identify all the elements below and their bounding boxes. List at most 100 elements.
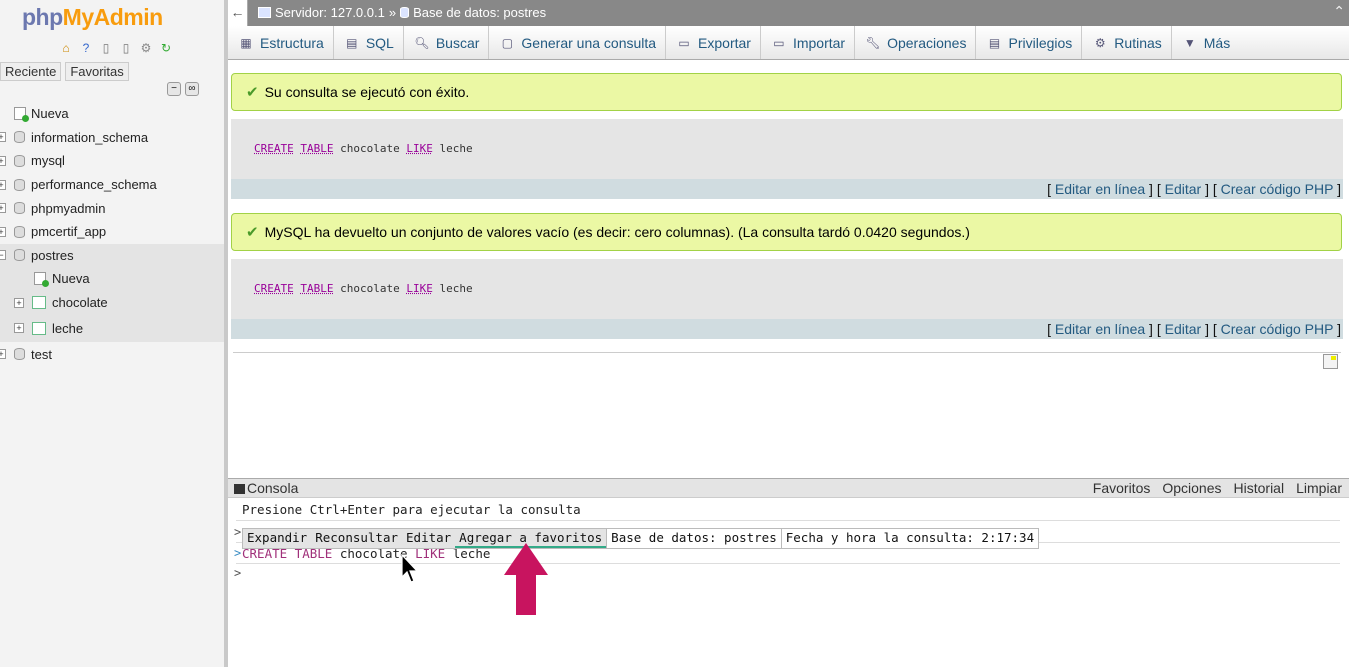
tree-item-new[interactable]: Nueva (0, 102, 224, 126)
back-arrow-icon[interactable]: ← (228, 0, 248, 26)
expand-icon[interactable]: + (0, 203, 6, 214)
phpmyadmin-logo[interactable]: phpMyAdmin (22, 4, 163, 31)
collapse-top-icon[interactable]: ⌃ (1333, 3, 1345, 20)
success-message: ✔ MySQL ha devuelto un conjunto de valor… (231, 213, 1342, 251)
notepad-icon[interactable] (1323, 354, 1338, 369)
reload-icon[interactable]: ↻ (158, 40, 174, 56)
edit-link[interactable]: Editar (1165, 321, 1202, 337)
tree-item-db[interactable]: + performance_schema (0, 173, 224, 197)
success-text: MySQL ha devuelto un conjunto de valores… (264, 224, 970, 240)
console-history-link[interactable]: Historial (1234, 480, 1285, 496)
collapse-icon[interactable]: − (0, 250, 6, 261)
docs2-icon[interactable]: ▯ (118, 40, 134, 56)
tree-item-table[interactable]: + leche (0, 314, 224, 342)
tab-sql[interactable]: ▤ SQL (334, 26, 404, 59)
sql-keyword[interactable]: CREATE (254, 142, 294, 155)
home-icon[interactable]: ⌂ (58, 40, 74, 56)
tab-label: Rutinas (1114, 34, 1162, 51)
recent-tab[interactable]: Reciente (0, 62, 62, 81)
expand-icon[interactable]: + (0, 132, 6, 143)
structure-icon: ▦ (240, 35, 252, 50)
tree-item-label: test (31, 346, 52, 362)
tab-import[interactable]: ▭ Importar (761, 26, 856, 59)
console-prompt: > (234, 525, 242, 539)
console-input-prompt[interactable]: > (234, 566, 241, 580)
tree-item-db[interactable]: + mysql (0, 149, 224, 173)
requery-button[interactable]: Reconsultar (311, 529, 403, 548)
link-icon[interactable]: ∞ (185, 82, 199, 96)
tree-item-db[interactable]: + pmcertif_app (0, 220, 224, 244)
database-tree: Nueva + information_schema + mysql + per… (0, 102, 224, 366)
tab-routines[interactable]: ⚙ Rutinas (1082, 26, 1172, 59)
console-title[interactable]: Consola (247, 480, 298, 496)
tree-item-label: leche (52, 320, 84, 336)
edit-inline-link[interactable]: Editar en línea (1055, 321, 1145, 337)
expand-icon[interactable]: + (14, 323, 24, 334)
docs-icon[interactable]: ▯ (98, 40, 114, 56)
table-icon (32, 321, 46, 335)
privileges-icon: ▤ (988, 35, 1001, 50)
routines-icon: ⚙ (1094, 35, 1106, 50)
favorites-tab[interactable]: Favoritas (65, 62, 129, 81)
tree-item-db-active[interactable]: − postres (0, 243, 224, 268)
tree-item-new-table[interactable]: Nueva (0, 267, 224, 291)
collapse-all-icon[interactable]: − (167, 82, 181, 96)
console-favorites-link[interactable]: Favoritos (1093, 480, 1151, 496)
sql-code: CREATE TABLE chocolate LIKE leche (254, 282, 473, 295)
expand-button[interactable]: Expandir (243, 529, 312, 548)
edit-button[interactable]: Editar (402, 529, 456, 548)
create-php-link[interactable]: Crear código PHP (1221, 181, 1334, 197)
tree-item-label: chocolate (52, 295, 108, 311)
console-clear-link[interactable]: Limpiar (1296, 480, 1342, 496)
tab-more[interactable]: ▼ Más (1172, 26, 1239, 59)
tree-item-db[interactable]: + information_schema (0, 126, 224, 150)
divider (233, 352, 1341, 353)
tab-operations[interactable]: 🔧︎ Operaciones (855, 26, 977, 59)
tab-query[interactable]: ▢ Generar una consulta (489, 26, 667, 59)
create-php-link[interactable]: Crear código PHP (1221, 321, 1334, 337)
sql-query-box: CREATE TABLE chocolate LIKE leche (231, 259, 1343, 319)
gear-icon[interactable]: ⚙ (138, 40, 154, 56)
expand-icon[interactable]: + (0, 155, 6, 166)
tree-item-label: postres (31, 247, 74, 263)
database-icon (14, 249, 25, 262)
export-icon: ▭ (678, 35, 690, 50)
sql-keyword[interactable]: LIKE (406, 282, 433, 295)
database-icon (14, 348, 25, 361)
check-icon: ✔ (246, 84, 259, 101)
edit-link[interactable]: Editar (1165, 181, 1202, 197)
expand-icon[interactable]: + (0, 179, 6, 190)
tab-label: Privilegios (1008, 34, 1073, 51)
table-icon (32, 296, 46, 310)
breadcrumb-database[interactable]: Base de datos: postres (413, 5, 546, 20)
database-icon (14, 154, 25, 167)
sql-keyword[interactable]: CREATE (254, 282, 294, 295)
console-header[interactable]: Consola Favoritos Opciones Historial Lim… (228, 478, 1349, 498)
console-options-link[interactable]: Opciones (1162, 480, 1221, 496)
new-table-icon (34, 272, 49, 288)
expand-icon[interactable]: + (0, 226, 6, 237)
console-options: Favoritos Opciones Historial Limpiar (1093, 480, 1342, 496)
expand-icon[interactable]: + (14, 297, 24, 308)
breadcrumb-bar: ← Servidor: 127.0.0.1 » Base de datos: p… (228, 0, 1349, 26)
tree-item-table[interactable]: + chocolate (0, 291, 224, 315)
tab-export[interactable]: ▭ Exportar (666, 26, 761, 59)
breadcrumb-server[interactable]: Servidor: 127.0.0.1 (275, 5, 385, 20)
tree-item-label: information_schema (31, 129, 149, 145)
tab-search[interactable]: 🔍︎ Buscar (404, 26, 490, 59)
tree-item-db[interactable]: + phpmyadmin (0, 196, 224, 220)
expand-icon[interactable]: + (0, 349, 6, 360)
divider (236, 520, 1340, 521)
edit-inline-link[interactable]: Editar en línea (1055, 181, 1145, 197)
tab-privileges[interactable]: ▤ Privilegios (976, 26, 1083, 59)
sql-keyword[interactable]: TABLE (300, 282, 333, 295)
sql-keyword[interactable]: LIKE (406, 142, 433, 155)
console-body[interactable]: Presione Ctrl+Enter para ejecutar la con… (228, 498, 1349, 667)
sql-keyword[interactable]: TABLE (300, 142, 333, 155)
help-icon[interactable]: ? (78, 40, 94, 56)
sql-identifier: chocolate (340, 142, 400, 155)
tree-item-db[interactable]: + test (0, 342, 224, 366)
search-icon: 🔍︎ (414, 35, 430, 50)
sql-identifier: leche (439, 142, 473, 155)
tab-structure[interactable]: ▦ Estructura (228, 26, 334, 59)
